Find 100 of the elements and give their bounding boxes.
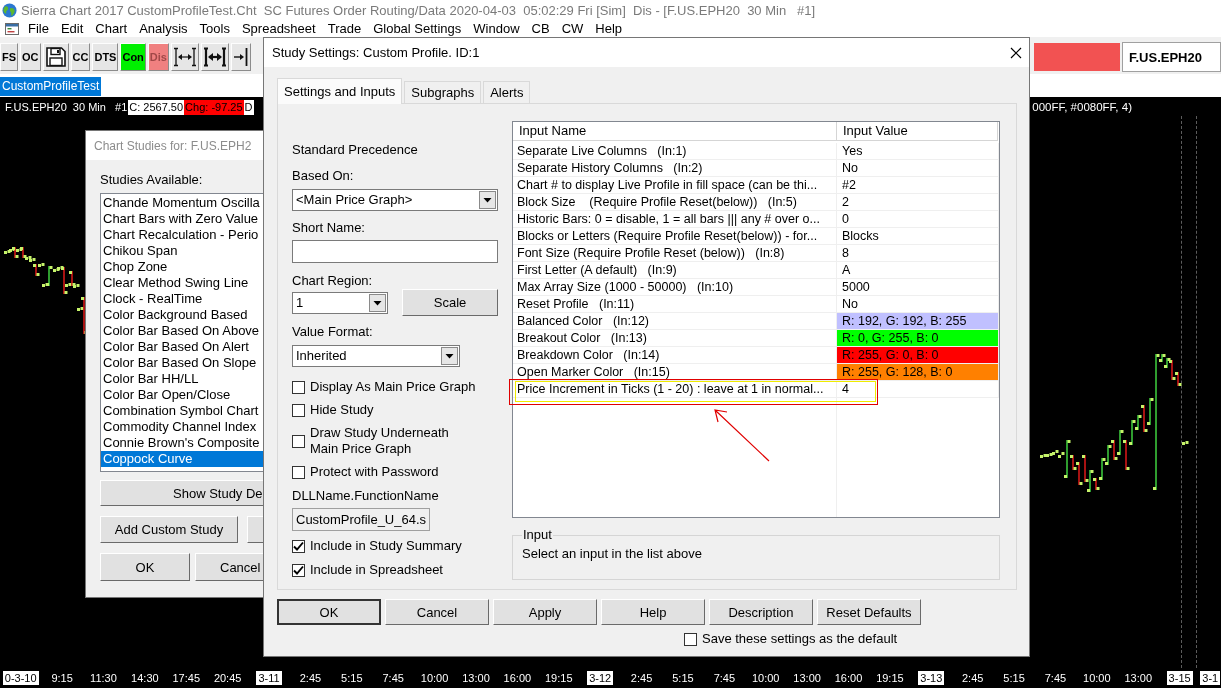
table-cell: Open Marker Color (In:15) (513, 364, 837, 381)
time-label: 13:00 (462, 671, 490, 685)
list-item[interactable]: Chart Bars with Zero Value (101, 211, 263, 227)
list-item[interactable]: Color Bar Based On Slope (101, 355, 263, 371)
menu-item[interactable]: Edit (54, 21, 90, 37)
menu-item[interactable]: CB (525, 21, 556, 37)
dropdown[interactable]: <Main Price Graph> (292, 189, 498, 211)
column-header[interactable]: Input Name (513, 122, 837, 141)
short-name-field[interactable] (292, 240, 498, 263)
checkbox[interactable] (684, 632, 697, 646)
list-item[interactable]: Color Bar Based On Above (101, 323, 263, 339)
list-item[interactable]: Chikou Span (101, 243, 263, 259)
time-label: 7:45 (713, 671, 736, 685)
time-label: 16:00 (834, 671, 863, 685)
field-label: Studies Available: (100, 172, 203, 188)
scale-button[interactable]: Scale (402, 289, 498, 316)
list-item[interactable]: Clear Method Swing Line (101, 275, 263, 291)
button[interactable] (247, 516, 263, 543)
cancel-button[interactable]: Cancel (195, 553, 263, 581)
date-label: 3-1 (1200, 671, 1221, 685)
list-item[interactable]: Coppock Curve (101, 451, 263, 467)
table-cell: Font Size (Require Profile Reset (below)) (In:8) (513, 245, 837, 262)
time-label: 16:00 (503, 671, 532, 685)
checkbox[interactable] (292, 465, 305, 479)
checkbox[interactable] (292, 403, 305, 417)
window-title: Sierra Chart 2017 CustomProfileTest.Cht SC Futures Order Routing/Data 2020-04-03 05:02:29 Fri [Sim] Dis - [F.US.EPH20 30 Min #1] (21, 2, 816, 19)
menu-item[interactable]: Help (589, 21, 629, 37)
column-header[interactable]: Input Value (837, 122, 998, 141)
globe-icon (2, 3, 17, 18)
table-cell: 2 (837, 194, 999, 211)
dialog-button[interactable]: Help (601, 599, 705, 625)
list-item[interactable]: Color Bar HH/LL (101, 371, 263, 387)
tab[interactable]: Subgraphs (404, 81, 482, 103)
toolbar-button[interactable]: FS (0, 43, 19, 71)
close-icon[interactable] (1010, 46, 1022, 59)
dropdown[interactable]: Inherited (292, 345, 460, 367)
caret-icon[interactable] (441, 347, 458, 365)
bold-bracket-arrows-icon (203, 47, 226, 67)
list-item[interactable]: Combination Symbol Chart (101, 403, 263, 419)
study-list[interactable] (100, 193, 263, 472)
table-cell: Price Increment in Ticks (1 - 20) : leave at 1 in normal... (513, 381, 837, 398)
tab[interactable]: Alerts (483, 81, 531, 103)
menu-item[interactable]: Window (467, 21, 526, 37)
toolbar-button[interactable]: OC (20, 43, 41, 71)
date-label: 3-15 (1166, 671, 1193, 685)
ok-button[interactable]: OK (100, 553, 190, 581)
menu-item[interactable]: File (22, 21, 55, 37)
toolbar-button[interactable] (230, 43, 251, 71)
dialog-button[interactable]: OK (277, 599, 381, 625)
checkbox-label: Protect with Password (310, 464, 439, 480)
time-label: 7:45 (1044, 671, 1067, 685)
table-cell: Blocks (837, 228, 999, 245)
caret-icon[interactable] (479, 191, 496, 209)
dialog-button[interactable]: Cancel (385, 599, 489, 625)
menu-item[interactable]: Trade (321, 21, 368, 37)
list-item[interactable]: Chart Recalculation - Perio (101, 227, 263, 243)
caret-icon[interactable] (369, 293, 386, 312)
menu-item[interactable]: Tools (193, 21, 236, 37)
symbol-field[interactable]: F.US.EPH20 (1122, 42, 1221, 72)
function-name-field[interactable]: CustomProfile_U_64.s (292, 508, 430, 531)
list-item[interactable]: Chande Momentum Oscilla (101, 195, 263, 211)
tab[interactable]: Settings and Inputs (277, 78, 403, 104)
toolbar-button[interactable] (200, 43, 229, 71)
time-label: 20:45 (213, 671, 242, 685)
checkbox[interactable] (292, 380, 305, 394)
toolbar-button[interactable] (170, 43, 199, 71)
date-label: 3-12 (587, 671, 614, 685)
list-item[interactable]: Color Background Based (101, 307, 263, 323)
dialog-button[interactable]: Description (709, 599, 813, 625)
list-item[interactable]: Connie Brown's Composite (101, 435, 263, 451)
checkbox[interactable] (292, 563, 305, 577)
checkbox[interactable] (292, 434, 305, 448)
list-item[interactable]: Commodity Channel Index (101, 419, 263, 435)
toolbar-button[interactable]: DTS (92, 43, 119, 71)
menu-item[interactable]: Spreadsheet (235, 21, 322, 37)
checkbox-label: Draw Study Underneath Main Price Graph (310, 425, 450, 457)
table-cell: R: 255, G: 128, B: 0 (837, 364, 999, 381)
add-study-button[interactable]: Add Custom Study (100, 516, 238, 543)
toolbar-button[interactable]: CC (70, 43, 91, 71)
toolbar-button[interactable] (42, 43, 69, 71)
checkmark-icon (293, 565, 304, 575)
date-label: 0-3-10 (2, 671, 39, 685)
show-study-button[interactable]: Show Study De (100, 480, 263, 506)
menu-item[interactable]: Analysis (133, 21, 194, 37)
list-item[interactable]: Color Bar Based On Alert (101, 339, 263, 355)
menu-item[interactable]: Global Settings (367, 21, 468, 37)
checkbox[interactable] (292, 539, 305, 553)
list-item[interactable]: Color Bar Open/Close (101, 387, 263, 403)
menu-item[interactable]: Chart (89, 21, 134, 37)
window-icon[interactable] (5, 23, 19, 35)
list-item[interactable]: Clock - RealTime (101, 291, 263, 307)
dropdown[interactable]: 1 (292, 291, 388, 314)
menu-item[interactable]: CW (555, 21, 590, 37)
dialog-button[interactable]: Reset Defaults (817, 599, 921, 625)
toolbar-button[interactable]: Con (120, 43, 146, 71)
chart-tab[interactable]: CustomProfileTest (0, 77, 102, 96)
dialog-button[interactable]: Apply (493, 599, 597, 625)
list-item[interactable]: Chop Zone (101, 259, 263, 275)
table-cell: Max Array Size (1000 - 50000) (In:10) (513, 279, 837, 296)
checkbox-label: Include in Spreadsheet (310, 562, 443, 578)
